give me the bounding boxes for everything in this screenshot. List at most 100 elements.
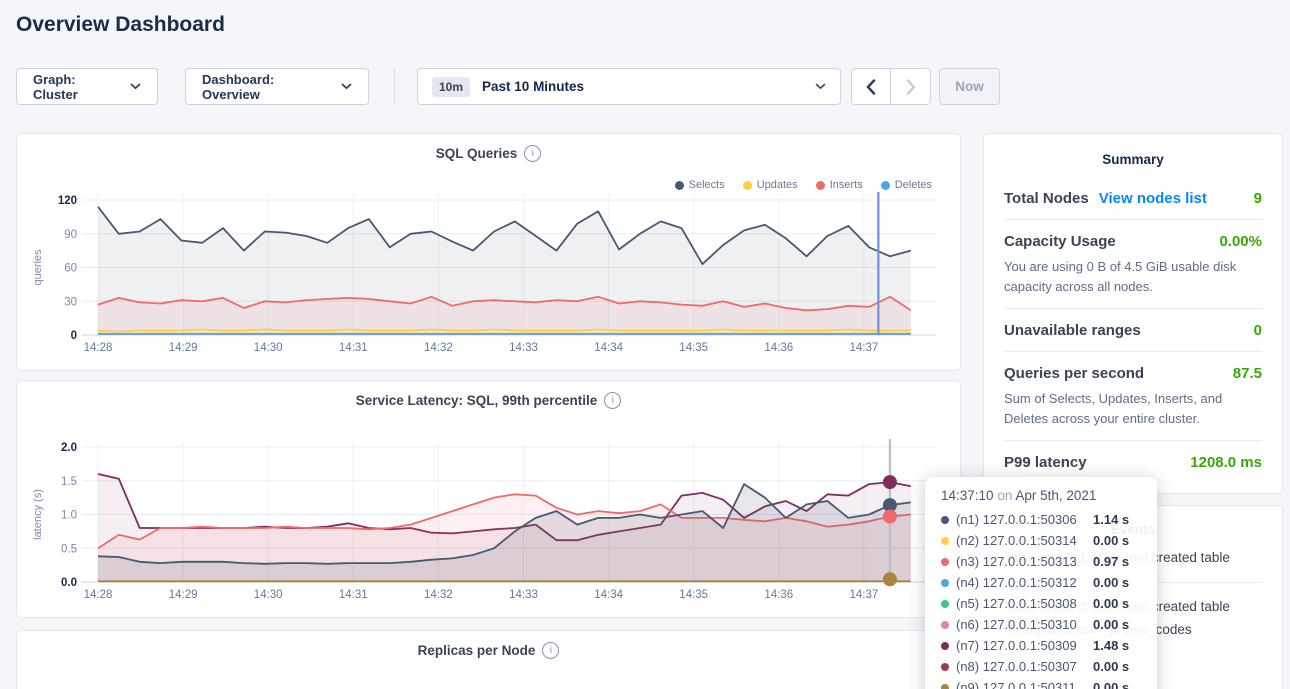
dashboard-dropdown[interactable]: Dashboard: Overview — [185, 68, 369, 105]
node-color-dot-icon — [941, 684, 949, 689]
sql-queries-chart[interactable]: 030609012014:2814:2914:3014:3114:3214:33… — [31, 190, 939, 360]
graph-dropdown-label: Graph: Cluster — [33, 72, 120, 102]
service-latency-chart[interactable]: 0.00.51.01.52.014:2814:2914:3014:3114:32… — [31, 437, 939, 607]
summary-row-capacity: Capacity Usage 0.00% You are using 0 B o… — [1004, 219, 1262, 308]
graph-dropdown[interactable]: Graph: Cluster — [16, 68, 158, 105]
replicas-per-node-title: Replicas per Node i — [17, 642, 960, 659]
svg-text:14:29: 14:29 — [169, 589, 198, 601]
svg-text:14:35: 14:35 — [679, 342, 708, 354]
node-latency-value: 0.00 s — [1093, 680, 1141, 689]
svg-text:60: 60 — [64, 263, 77, 275]
qps-desc: Sum of Selects, Updates, Inserts, and De… — [1004, 389, 1262, 428]
qps-value: 87.5 — [1233, 365, 1262, 382]
chart-hover-tooltip: 14:37:10 on Apr 5th, 2021 (n1) 127.0.0.1… — [925, 477, 1157, 689]
p99-latency-value: 1208.0 ms — [1190, 454, 1262, 471]
tooltip-header: 14:37:10 on Apr 5th, 2021 — [941, 488, 1141, 503]
tooltip-node-row: (n5) 127.0.0.1:50308 0.00 s — [941, 593, 1141, 614]
svg-text:14:28: 14:28 — [84, 342, 113, 354]
svg-text:90: 90 — [64, 229, 77, 241]
sql-queries-title: SQL Queries i — [17, 145, 960, 162]
svg-text:0.0: 0.0 — [61, 577, 77, 589]
time-range-badge: 10m — [432, 77, 470, 97]
service-latency-title: Service Latency: SQL, 99th percentile i — [17, 392, 960, 409]
chevron-down-icon — [341, 83, 352, 90]
svg-text:14:31: 14:31 — [339, 589, 368, 601]
qps-label: Queries per second — [1004, 365, 1144, 382]
time-range-dropdown[interactable]: 10m Past 10 Minutes — [417, 68, 841, 105]
node-latency-value: 0.00 s — [1093, 617, 1141, 632]
summary-panel: Summary Total Nodes View nodes list 9 Ca… — [983, 133, 1283, 494]
legend-dot-icon — [675, 181, 684, 190]
tooltip-connector: on — [997, 488, 1012, 503]
dashboard-dropdown-label: Dashboard: Overview — [202, 72, 331, 102]
node-color-dot-icon — [941, 579, 949, 587]
total-nodes-value: 9 — [1254, 190, 1262, 207]
svg-text:14:31: 14:31 — [339, 342, 368, 354]
node-latency-value: 0.00 s — [1093, 575, 1141, 590]
svg-text:14:35: 14:35 — [679, 589, 708, 601]
svg-text:14:37: 14:37 — [850, 589, 879, 601]
capacity-usage-desc: You are using 0 B of 4.5 GiB usable disk… — [1004, 257, 1262, 296]
info-icon[interactable]: i — [542, 642, 559, 659]
node-color-dot-icon — [941, 558, 949, 566]
total-nodes-label: Total Nodes — [1004, 190, 1089, 207]
node-address: (n9) 127.0.0.1:50311 — [956, 680, 1086, 689]
time-next-button[interactable] — [891, 68, 931, 105]
node-latency-value: 0.00 s — [1093, 533, 1141, 548]
svg-text:14:34: 14:34 — [594, 589, 623, 601]
capacity-usage-label: Capacity Usage — [1004, 233, 1116, 250]
legend-dot-icon — [881, 181, 890, 190]
node-address: (n5) 127.0.0.1:50308 — [956, 596, 1086, 611]
svg-text:14:36: 14:36 — [764, 589, 793, 601]
tooltip-node-row: (n4) 127.0.0.1:50312 0.00 s — [941, 572, 1141, 593]
time-nav-group — [851, 68, 931, 105]
sql-queries-card: SQL Queries i SelectsUpdatesInsertsDelet… — [16, 133, 961, 371]
unavailable-ranges-label: Unavailable ranges — [1004, 322, 1141, 339]
summary-row-unavailable: Unavailable ranges 0 — [1004, 308, 1262, 351]
tooltip-time: 14:37:10 — [941, 488, 994, 503]
svg-text:14:30: 14:30 — [254, 342, 283, 354]
svg-text:1.0: 1.0 — [61, 510, 77, 522]
time-prev-button[interactable] — [851, 68, 891, 105]
page-title: Overview Dashboard — [16, 13, 225, 37]
svg-text:14:36: 14:36 — [764, 342, 793, 354]
tooltip-node-row: (n7) 127.0.0.1:503091.48 s — [941, 635, 1141, 656]
now-button[interactable]: Now — [939, 68, 1000, 105]
node-color-dot-icon — [941, 600, 949, 608]
node-latency-value: 1.14 s — [1093, 512, 1141, 527]
tooltip-node-row: (n9) 127.0.0.1:50311 0.00 s — [941, 677, 1141, 689]
node-latency-value: 0.00 s — [1093, 596, 1141, 611]
node-address: (n6) 127.0.0.1:50310 — [956, 617, 1086, 632]
sql-queries-title-text: SQL Queries — [436, 146, 518, 161]
time-range-label: Past 10 Minutes — [482, 79, 584, 94]
svg-text:0: 0 — [71, 330, 77, 342]
info-icon[interactable]: i — [604, 392, 621, 409]
service-latency-title-text: Service Latency: SQL, 99th percentile — [356, 393, 598, 408]
svg-text:latency (s): latency (s) — [32, 489, 44, 540]
svg-text:1.5: 1.5 — [61, 476, 77, 488]
overview-dashboard-page: Overview Dashboard Graph: Cluster Dashbo… — [0, 0, 1290, 689]
svg-text:14:30: 14:30 — [254, 589, 283, 601]
chevron-left-icon — [866, 79, 876, 95]
node-color-dot-icon — [941, 663, 949, 671]
node-latency-value: 0.00 s — [1093, 659, 1141, 674]
svg-text:14:28: 14:28 — [84, 589, 113, 601]
info-icon[interactable]: i — [524, 145, 541, 162]
chevron-right-icon — [906, 79, 916, 95]
capacity-usage-value: 0.00% — [1219, 233, 1262, 250]
svg-text:14:33: 14:33 — [509, 342, 538, 354]
p99-latency-label: P99 latency — [1004, 454, 1087, 471]
replicas-per-node-title-text: Replicas per Node — [418, 643, 536, 658]
node-address: (n4) 127.0.0.1:50312 — [956, 575, 1086, 590]
svg-text:2.0: 2.0 — [61, 442, 77, 454]
unavailable-ranges-value: 0 — [1254, 322, 1262, 339]
node-color-dot-icon — [941, 516, 949, 524]
node-color-dot-icon — [941, 621, 949, 629]
legend-dot-icon — [743, 181, 752, 190]
node-address: (n2) 127.0.0.1:50314 — [956, 533, 1086, 548]
tooltip-node-row: (n2) 127.0.0.1:50314 0.00 s — [941, 530, 1141, 551]
view-nodes-list-link[interactable]: View nodes list — [1099, 190, 1207, 207]
chevron-down-icon — [130, 83, 141, 90]
chevron-down-icon — [815, 83, 826, 90]
tooltip-node-row: (n1) 127.0.0.1:503061.14 s — [941, 509, 1141, 530]
